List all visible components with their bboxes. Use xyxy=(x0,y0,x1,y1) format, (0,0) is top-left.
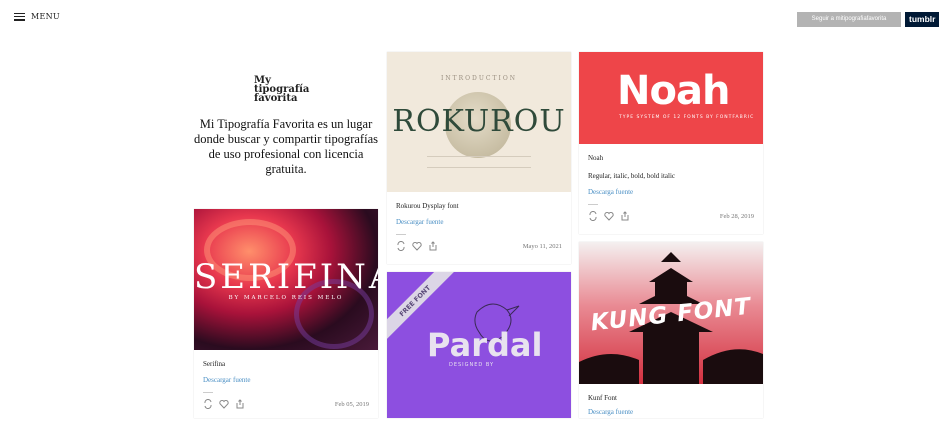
post-date: Feb 05, 2019 xyxy=(334,400,369,408)
blog-description: Mi Tipografía Favorita es un lugar donde… xyxy=(194,117,378,176)
post-image[interactable]: SERIFINA BY MARCELO REIS MELO xyxy=(194,209,378,350)
image-word: Pardal xyxy=(427,326,543,364)
separator xyxy=(396,234,406,235)
post-card-pardal: FREE FONT Pardal DESIGNED BY xyxy=(387,272,571,418)
post-image[interactable]: INTRODUCTION ROKUROU xyxy=(387,52,571,192)
download-link[interactable]: Descarga fuente xyxy=(588,408,754,416)
reblog-icon[interactable] xyxy=(588,210,598,222)
image-caption: BY MARCELO REIS MELO xyxy=(228,295,344,301)
share-icon[interactable] xyxy=(428,241,438,251)
menu-label: MENU xyxy=(31,12,60,21)
separator xyxy=(588,204,598,205)
post-date: Feb 28, 2019 xyxy=(719,212,754,220)
post-card-kung-font: KUNG FONT Kunf Font Descarga fuente xyxy=(579,242,763,418)
hamburger-icon xyxy=(14,12,25,21)
post-meta: Serifina Descargar fuente Feb 05, 2019 xyxy=(194,350,378,415)
reblog-icon[interactable] xyxy=(396,240,406,252)
logo-line: favorita xyxy=(254,93,298,104)
post-actions: Feb 28, 2019 xyxy=(588,210,754,222)
menu-button[interactable]: MENU xyxy=(14,12,60,21)
post-image[interactable]: KUNG FONT xyxy=(579,242,763,384)
image-word: ROKUROU xyxy=(392,104,566,139)
post-actions: Feb 05, 2019 xyxy=(203,398,369,410)
blog-intro: My tipografía favorita Mi Tipografía Fav… xyxy=(194,76,378,177)
post-actions: Mayo 11, 2021 xyxy=(396,240,562,252)
image-overline: INTRODUCTION xyxy=(440,75,518,82)
share-icon[interactable] xyxy=(235,399,245,409)
post-meta: Rokurou Dysplay font Descargar fuente Ma… xyxy=(387,192,571,257)
heart-icon[interactable] xyxy=(219,399,229,409)
post-card-noah: Noah TYPE SYSTEM OF 12 FONTS BY FONTFABR… xyxy=(579,52,763,234)
follow-button[interactable]: Seguir a mitipografiafavorita xyxy=(797,12,901,27)
image-caption: DESIGNED BY xyxy=(449,362,495,368)
heart-icon[interactable] xyxy=(604,211,614,221)
image-word: SERIFINA xyxy=(194,257,378,297)
post-image[interactable]: FREE FONT Pardal DESIGNED BY xyxy=(387,272,571,418)
top-bar: MENU Seguir a mitipografiafavorita tumbl… xyxy=(0,0,939,40)
post-title: Kunf Font xyxy=(588,394,617,402)
post-image[interactable]: Noah TYPE SYSTEM OF 12 FONTS BY FONTFABR… xyxy=(579,52,763,144)
download-link[interactable]: Descargar fuente xyxy=(203,376,369,384)
post-title: Serifina xyxy=(203,360,226,368)
post-card-rokurou: INTRODUCTION ROKUROU Rokurou Dysplay fon… xyxy=(387,52,571,264)
post-meta: Noah Regular, italic, bold, bold italic … xyxy=(579,144,763,227)
tumblr-button[interactable]: tumblr xyxy=(905,12,939,27)
image-word: Noah xyxy=(617,68,730,114)
download-link[interactable]: Descargar fuente xyxy=(396,218,562,226)
post-title: Rokurou Dysplay font xyxy=(396,202,459,210)
share-icon[interactable] xyxy=(620,211,630,221)
reblog-icon[interactable] xyxy=(203,398,213,410)
blog-logo[interactable]: My tipografía favorita xyxy=(254,76,318,104)
post-meta: Kunf Font Descarga fuente xyxy=(579,384,763,422)
heart-icon[interactable] xyxy=(412,241,422,251)
download-link[interactable]: Descarga fuente xyxy=(588,188,754,196)
image-caption: TYPE SYSTEM OF 12 FONTS BY FONTFABRIC xyxy=(619,115,755,120)
post-date: Mayo 11, 2021 xyxy=(522,242,562,250)
post-subtitle: Regular, italic, bold, bold italic xyxy=(588,172,676,180)
separator xyxy=(203,392,213,393)
image-lines xyxy=(427,156,531,168)
post-title: Noah xyxy=(588,154,604,162)
post-card-serifina: SERIFINA BY MARCELO REIS MELO Serifina D… xyxy=(194,209,378,418)
